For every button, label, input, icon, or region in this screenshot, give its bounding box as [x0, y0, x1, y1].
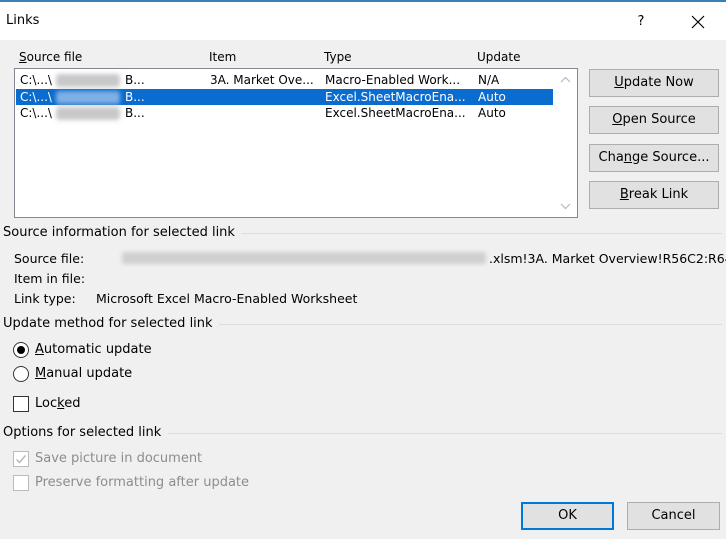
manual-update-radio[interactable]: [13, 366, 29, 382]
source-file-label: Source file:: [14, 251, 85, 266]
update-method-heading: Update method for selected link: [3, 316, 219, 331]
divider: [236, 233, 722, 234]
redacted-filename: [56, 91, 120, 104]
column-header-type[interactable]: Type: [324, 50, 352, 64]
automatic-update-label[interactable]: Automatic update: [35, 342, 152, 357]
link-type: Macro-Enabled Work...: [325, 73, 461, 87]
automatic-update-label-rest: utomatic update: [43, 342, 152, 357]
link-row[interactable]: C:\...\ B... Excel.SheetMacroEna... Auto: [16, 105, 553, 121]
link-type-label: Link type:: [14, 291, 76, 306]
radio-selected-dot: [17, 346, 25, 354]
ok-button[interactable]: OK: [521, 502, 614, 530]
change-source-button[interactable]: Change Source...: [589, 144, 719, 172]
link-source-prefix: C:\...\: [20, 106, 52, 120]
redacted-filename: [56, 107, 120, 120]
source-info-heading: Source information for selected link: [3, 225, 241, 240]
link-row[interactable]: C:\...\ B... 3A. Market Ove... Macro-Ena…: [16, 72, 553, 88]
title-bar: Links ?: [0, 2, 726, 40]
redacted-filename: [56, 74, 120, 87]
update-now-label-rest: pdate Now: [623, 75, 694, 90]
open-source-button[interactable]: Open Source: [589, 106, 719, 134]
link-type-value: Microsoft Excel Macro-Enabled Worksheet: [96, 291, 358, 306]
scroll-down-icon[interactable]: [559, 201, 572, 211]
change-source-label-a: Cha: [598, 150, 624, 165]
dialog-title: Links: [6, 13, 40, 28]
checkmark-icon: [16, 455, 27, 464]
link-row-selected[interactable]: C:\...\ B... Excel.SheetMacroEna... Auto: [16, 89, 553, 105]
link-update: N/A: [478, 73, 500, 87]
help-icon: ?: [637, 14, 645, 29]
open-source-label-rest: pen Source: [622, 112, 696, 127]
link-source-prefix: C:\...\: [20, 90, 52, 104]
link-update: Auto: [478, 106, 506, 120]
options-heading: Options for selected link: [3, 425, 168, 440]
preserve-formatting-label: Preserve formatting after update: [35, 475, 250, 490]
help-button[interactable]: ?: [628, 10, 654, 34]
automatic-update-radio[interactable]: [13, 342, 29, 358]
divider: [218, 324, 722, 325]
link-update: Auto: [478, 90, 506, 104]
manual-update-label-rest: anual update: [46, 366, 133, 381]
scroll-up-icon[interactable]: [559, 75, 572, 85]
column-header-source-file[interactable]: Source file: [19, 50, 82, 64]
column-header-item[interactable]: Item: [209, 50, 236, 64]
close-button[interactable]: [684, 10, 712, 34]
break-link-button[interactable]: Break Link: [589, 181, 719, 209]
link-source-prefix: C:\...\: [20, 73, 52, 87]
redacted-source-path: [122, 252, 486, 264]
locked-label[interactable]: Locked: [35, 396, 80, 411]
locked-checkbox[interactable]: [13, 396, 29, 412]
source-file-value: .xlsm!3A. Market Overview!R56C2:R64C6: [489, 251, 726, 266]
link-source-suffix: B...: [125, 73, 145, 87]
update-now-button[interactable]: Update Now: [589, 69, 719, 97]
item-in-file-label: Item in file:: [14, 271, 86, 286]
locked-label-b: ed: [64, 396, 81, 411]
locked-label-a: Loc: [35, 396, 58, 411]
break-link-label-rest: reak Link: [628, 187, 689, 202]
save-picture-checkbox[interactable]: [13, 451, 29, 467]
cancel-button[interactable]: Cancel: [627, 502, 720, 530]
manual-update-label[interactable]: Manual update: [35, 366, 132, 381]
column-header-source-rest: ource file: [26, 50, 83, 64]
preserve-formatting-checkbox[interactable]: [13, 475, 29, 491]
link-source-suffix: B...: [125, 90, 145, 104]
link-type: Excel.SheetMacroEna...: [325, 106, 466, 120]
save-picture-label: Save picture in document: [35, 451, 203, 466]
link-item: 3A. Market Ove...: [210, 73, 314, 87]
link-type: Excel.SheetMacroEna...: [325, 90, 466, 104]
column-header-update[interactable]: Update: [477, 50, 520, 64]
close-icon: [691, 15, 705, 29]
change-source-label-b: ge Source...: [632, 150, 710, 165]
vertical-scrollbar[interactable]: [554, 69, 577, 217]
links-listbox[interactable]: C:\...\ B... 3A. Market Ove... Macro-Ena…: [14, 68, 578, 218]
divider: [168, 433, 722, 434]
link-source-suffix: B...: [125, 106, 145, 120]
